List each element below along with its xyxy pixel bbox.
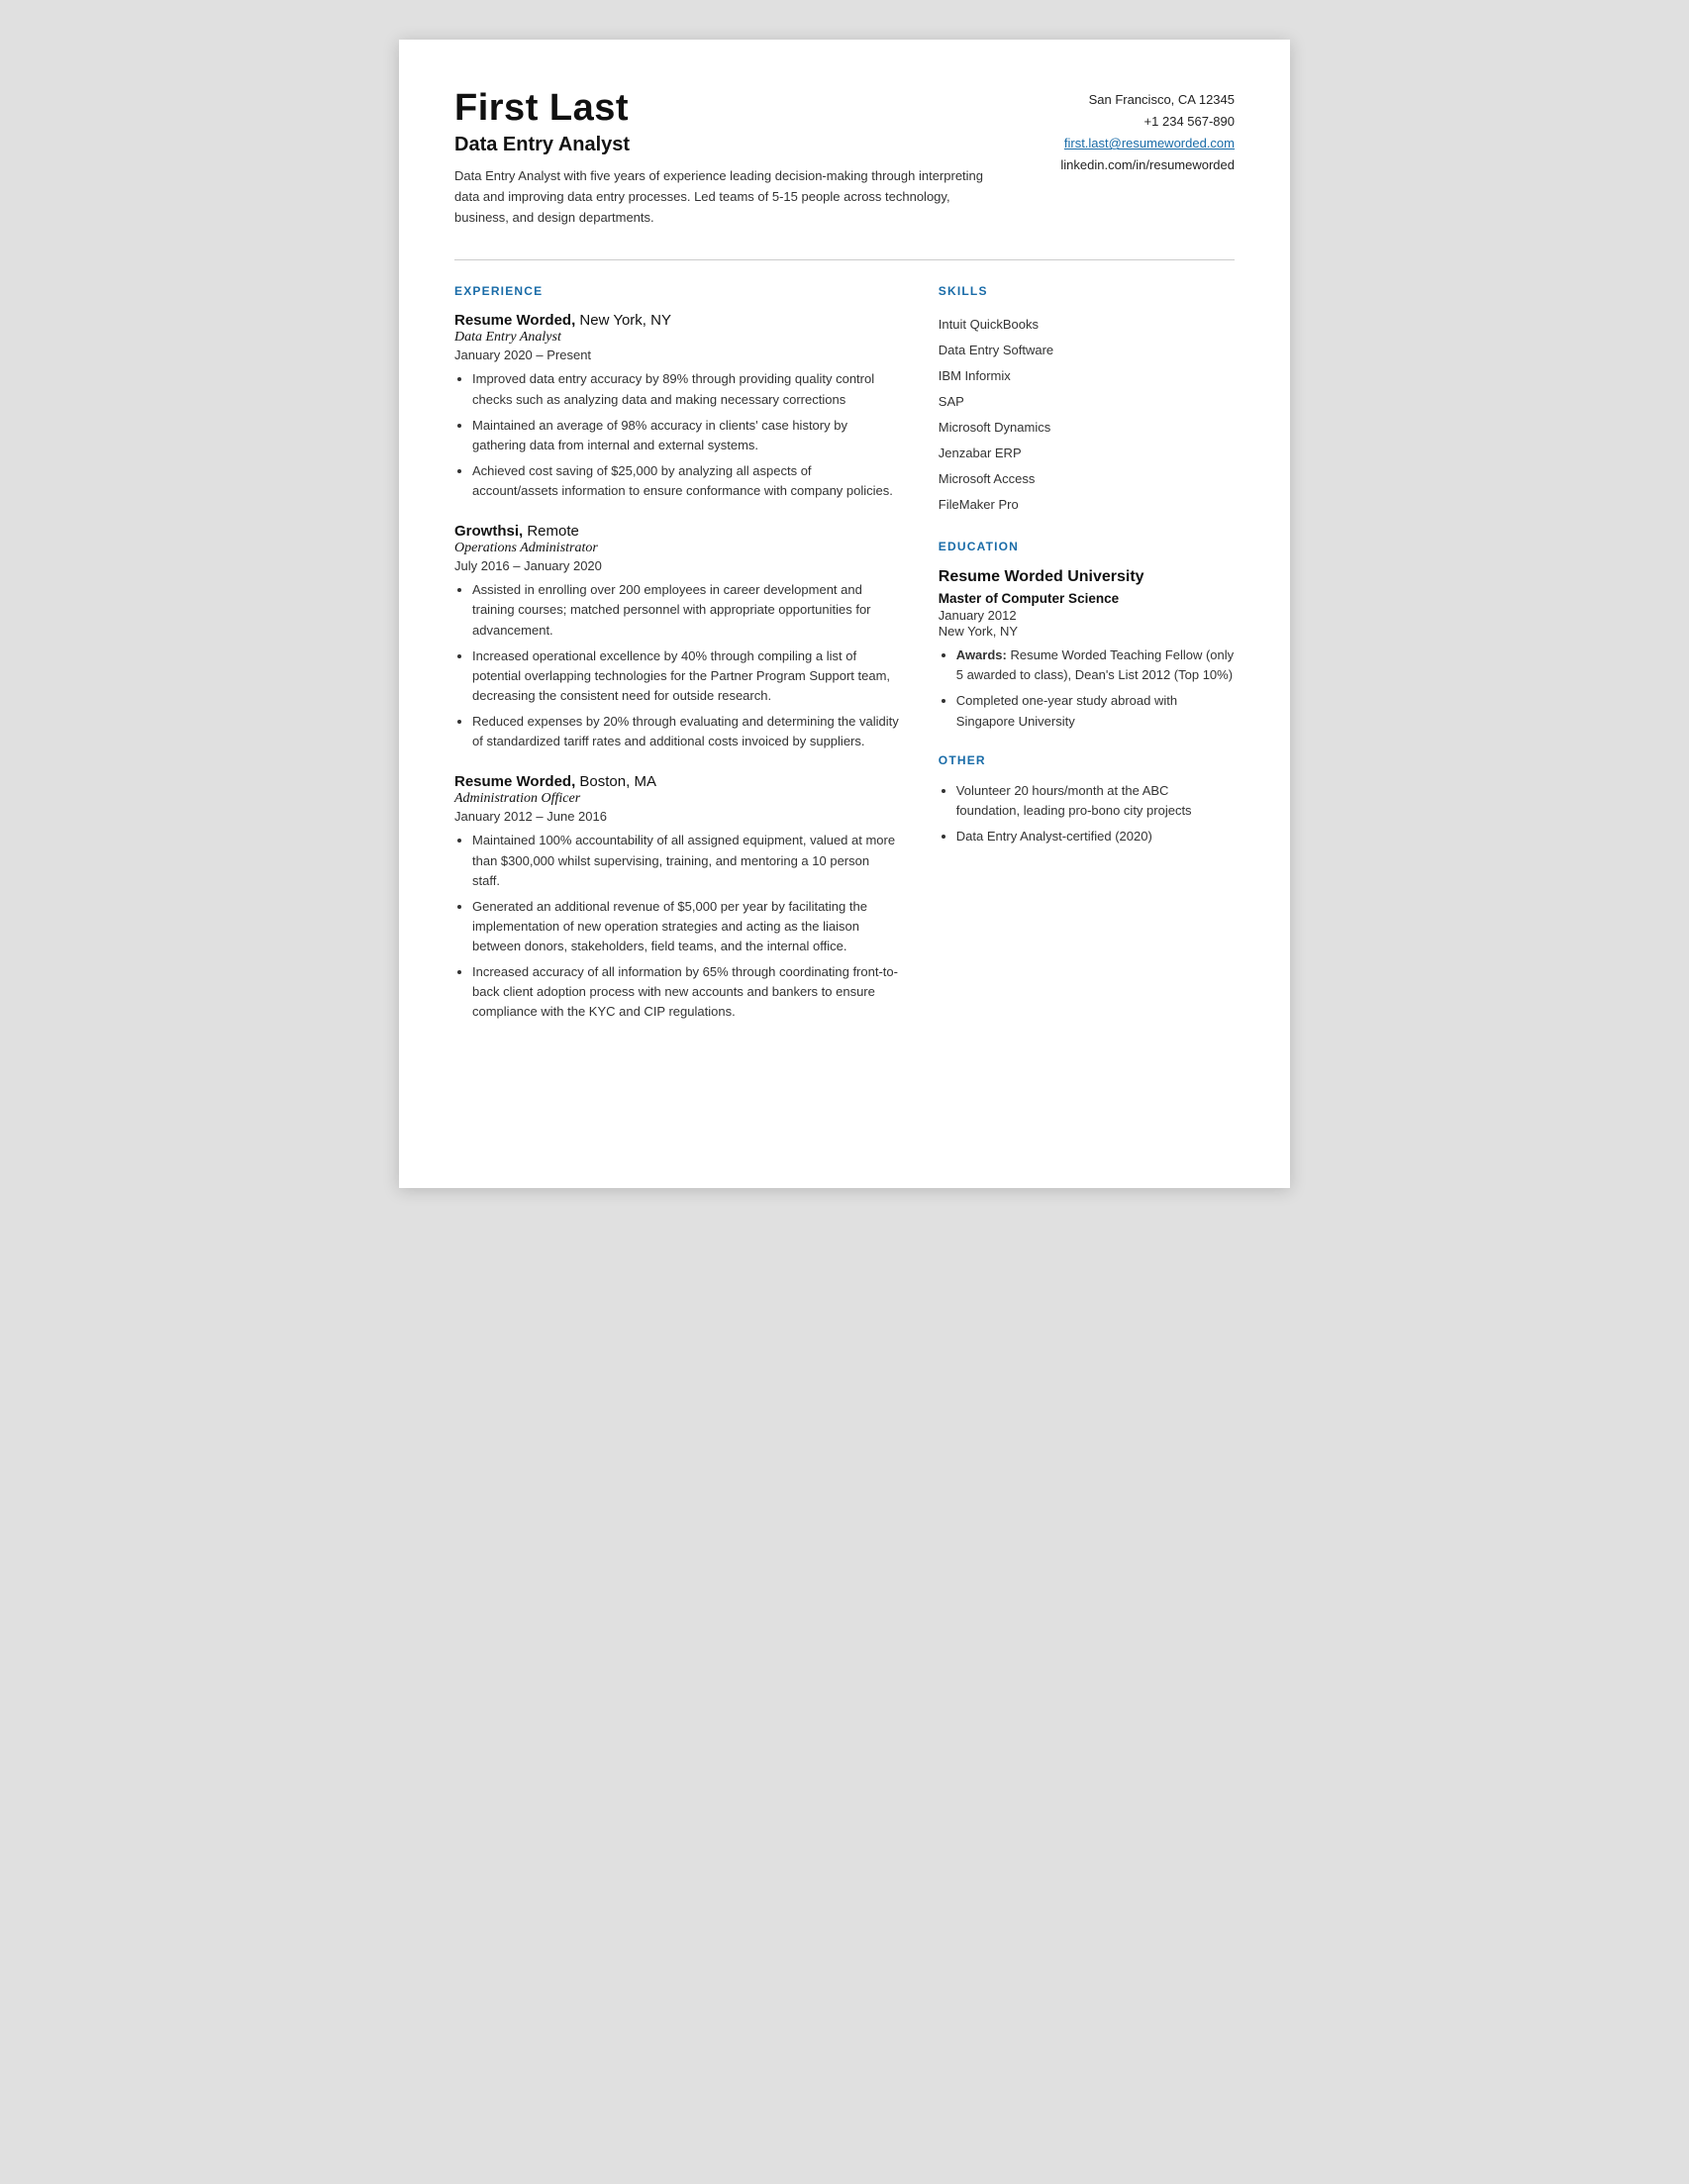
bullet-1-2: Maintained an average of 98% accuracy in… [472,416,899,455]
other-bullet-1: Volunteer 20 hours/month at the ABC foun… [956,781,1235,821]
company-name-2: Growthsi, [454,523,523,540]
bullet-3-3: Increased accuracy of all information by… [472,962,899,1022]
other-bullets: Volunteer 20 hours/month at the ABC foun… [939,781,1235,846]
contact-address: San Francisco, CA 12345 [1060,89,1235,111]
company-location-2: Remote [523,523,579,540]
contact-email[interactable]: first.last@resumeworded.com [1060,133,1235,154]
header-divider [454,259,1235,260]
job-bullets-3: Maintained 100% accountability of all as… [454,831,899,1022]
edu-bullets: Awards: Resume Worded Teaching Fellow (o… [939,645,1235,732]
skill-1: Intuit QuickBooks [939,312,1235,338]
job-role-1: Data Entry Analyst [454,330,899,346]
email-link[interactable]: first.last@resumeworded.com [1064,136,1235,150]
bullet-2-1: Assisted in enrolling over 200 employees… [472,580,899,640]
job-bullets-2: Assisted in enrolling over 200 employees… [454,580,899,751]
skill-3: IBM Informix [939,363,1235,389]
skill-4: SAP [939,389,1235,415]
skill-7: Microsoft Access [939,466,1235,492]
job-block-1: Resume Worded, New York, NY Data Entry A… [454,312,899,501]
contact-info: San Francisco, CA 12345 +1 234 567-890 f… [1060,89,1235,176]
edu-date: January 2012 [939,608,1235,623]
header-left: First Last Data Entry Analyst Data Entry… [454,87,1060,228]
edu-location: New York, NY [939,624,1235,639]
education-heading: EDUCATION [939,540,1235,553]
candidate-name: First Last [454,87,1060,130]
main-content: EXPERIENCE Resume Worded, New York, NY D… [454,282,1235,1043]
candidate-summary: Data Entry Analyst with five years of ex… [454,166,989,228]
skill-8: FileMaker Pro [939,492,1235,518]
other-heading: OTHER [939,753,1235,767]
company-line-2: Growthsi, Remote [454,523,899,540]
skill-2: Data Entry Software [939,338,1235,363]
job-block-2: Growthsi, Remote Operations Administrato… [454,523,899,751]
experience-heading: EXPERIENCE [454,284,899,298]
bullet-1-1: Improved data entry accuracy by 89% thro… [472,369,899,409]
company-name-1: Resume Worded, [454,312,575,329]
awards-label: Awards: [956,647,1007,662]
job-role-3: Administration Officer [454,791,899,807]
edu-university: Resume Worded University [939,567,1235,588]
skills-list: Intuit QuickBooks Data Entry Software IB… [939,312,1235,518]
company-line-1: Resume Worded, New York, NY [454,312,899,329]
bullet-2-2: Increased operational excellence by 40% … [472,646,899,706]
job-dates-2: July 2016 – January 2020 [454,558,899,573]
experience-column: EXPERIENCE Resume Worded, New York, NY D… [454,282,899,1043]
company-name-3: Resume Worded, [454,773,575,790]
bullet-3-1: Maintained 100% accountability of all as… [472,831,899,890]
skill-6: Jenzabar ERP [939,441,1235,466]
edu-bullet-2: Completed one-year study abroad with Sin… [956,691,1235,731]
company-line-3: Resume Worded, Boston, MA [454,773,899,790]
skill-5: Microsoft Dynamics [939,415,1235,441]
contact-linkedin: linkedin.com/in/resumeworded [1060,154,1235,176]
contact-phone: +1 234 567-890 [1060,111,1235,133]
bullet-1-3: Achieved cost saving of $25,000 by analy… [472,461,899,501]
bullet-2-3: Reduced expenses by 20% through evaluati… [472,712,899,751]
company-location-1: New York, NY [575,312,671,329]
header-section: First Last Data Entry Analyst Data Entry… [454,87,1235,228]
job-dates-3: January 2012 – June 2016 [454,809,899,824]
education-section: EDUCATION Resume Worded University Maste… [939,540,1235,731]
skills-section: SKILLS Intuit QuickBooks Data Entry Soft… [939,284,1235,518]
edu-bullet-1: Awards: Resume Worded Teaching Fellow (o… [956,645,1235,685]
job-bullets-1: Improved data entry accuracy by 89% thro… [454,369,899,501]
other-section: OTHER Volunteer 20 hours/month at the AB… [939,753,1235,846]
right-column: SKILLS Intuit QuickBooks Data Entry Soft… [939,282,1235,1043]
candidate-title: Data Entry Analyst [454,134,1060,156]
job-block-3: Resume Worded, Boston, MA Administration… [454,773,899,1022]
job-dates-1: January 2020 – Present [454,347,899,362]
skills-heading: SKILLS [939,284,1235,298]
company-location-3: Boston, MA [575,773,656,790]
job-role-2: Operations Administrator [454,541,899,556]
bullet-3-2: Generated an additional revenue of $5,00… [472,897,899,956]
other-bullet-2: Data Entry Analyst-certified (2020) [956,827,1235,846]
resume-page: First Last Data Entry Analyst Data Entry… [399,40,1290,1188]
edu-degree: Master of Computer Science [939,591,1235,606]
